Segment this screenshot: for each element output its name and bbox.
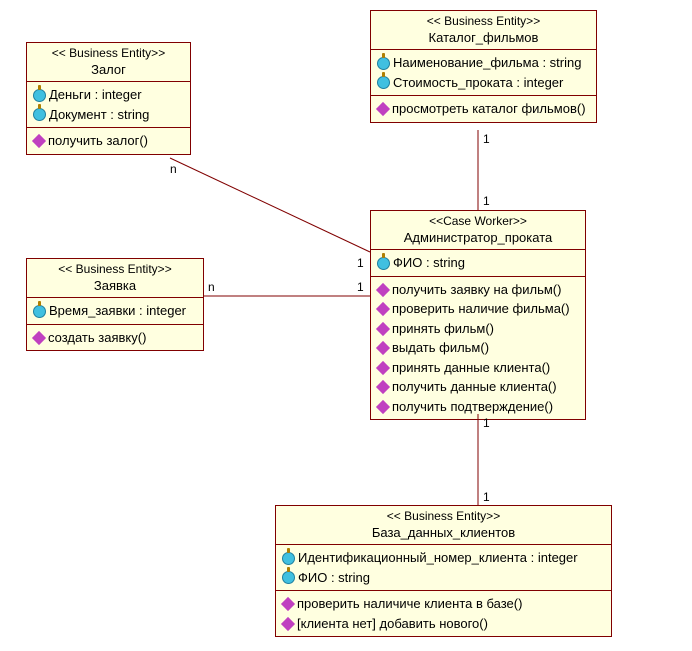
operation-row: принять фильм(): [377, 319, 579, 339]
class-header: << Business Entity>> База_данных_клиенто…: [276, 506, 611, 545]
operations-section: получить заявку на фильм() проверить нал…: [371, 277, 585, 420]
class-name: Администратор_проката: [377, 230, 579, 247]
operations-section: создать заявку(): [27, 325, 203, 351]
operation-row: получить данные клиента(): [377, 377, 579, 397]
attributes-section: Время_заявки : integer: [27, 298, 203, 325]
stereotype-label: << Business Entity>>: [282, 509, 605, 525]
assoc-zalog-admin: [170, 158, 370, 252]
attribute-icon: [33, 108, 46, 121]
operations-section: проверить наличиче клиента в базе() [кли…: [276, 591, 611, 636]
attributes-section: Идентификационный_номер_клиента : intege…: [276, 545, 611, 591]
attribute-row: Идентификационный_номер_клиента : intege…: [282, 548, 605, 568]
attribute-row: Стоимость_проката : integer: [377, 73, 590, 93]
operation-icon: [376, 302, 390, 316]
operations-section: получить залог(): [27, 128, 190, 154]
operation-row: выдать фильм(): [377, 338, 579, 358]
operation-row: [клиента нет] добавить нового(): [282, 614, 605, 634]
class-name: Залог: [33, 62, 184, 79]
operation-icon: [376, 380, 390, 394]
operation-icon: [376, 283, 390, 297]
multiplicity: n: [208, 280, 215, 294]
attribute-icon: [282, 552, 295, 565]
stereotype-label: << Business Entity>>: [33, 46, 184, 62]
operation-icon: [376, 400, 390, 414]
attribute-row: Деньги : integer: [33, 85, 184, 105]
operation-icon: [376, 102, 390, 116]
stereotype-label: << Business Entity>>: [33, 262, 197, 278]
attribute-row: Документ : string: [33, 105, 184, 125]
class-name: База_данных_клиентов: [282, 525, 605, 542]
multiplicity: 1: [483, 416, 490, 430]
attribute-icon: [282, 571, 295, 584]
operation-icon: [376, 361, 390, 375]
class-zayavka[interactable]: << Business Entity>> Заявка Время_заявки…: [26, 258, 204, 351]
attribute-icon: [377, 76, 390, 89]
operation-row: принять данные клиента(): [377, 358, 579, 378]
attributes-section: ФИО : string: [371, 250, 585, 277]
class-name: Каталог_фильмов: [377, 30, 590, 47]
class-header: <<Case Worker>> Администратор_проката: [371, 211, 585, 250]
attribute-icon: [33, 305, 46, 318]
operation-row: получить заявку на фильм(): [377, 280, 579, 300]
multiplicity: 1: [357, 256, 364, 270]
class-admin[interactable]: <<Case Worker>> Администратор_проката ФИ…: [370, 210, 586, 420]
class-header: << Business Entity>> Залог: [27, 43, 190, 82]
attribute-row: ФИО : string: [377, 253, 579, 273]
operation-row: проверить наличиче клиента в базе(): [282, 594, 605, 614]
operation-icon: [376, 322, 390, 336]
class-catalog[interactable]: << Business Entity>> Каталог_фильмов Наи…: [370, 10, 597, 123]
operation-icon: [281, 597, 295, 611]
operation-row: получить подтверждение(): [377, 397, 579, 417]
class-name: Заявка: [33, 278, 197, 295]
multiplicity: 1: [483, 194, 490, 208]
operations-section: просмотреть каталог фильмов(): [371, 96, 596, 122]
multiplicity: n: [170, 162, 177, 176]
class-header: << Business Entity>> Заявка: [27, 259, 203, 298]
class-header: << Business Entity>> Каталог_фильмов: [371, 11, 596, 50]
multiplicity: 1: [357, 280, 364, 294]
attribute-row: Время_заявки : integer: [33, 301, 197, 321]
operation-icon: [376, 341, 390, 355]
operation-row: создать заявку(): [33, 328, 197, 348]
class-zalog[interactable]: << Business Entity>> Залог Деньги : inte…: [26, 42, 191, 155]
operation-icon: [32, 134, 46, 148]
attributes-section: Деньги : integer Документ : string: [27, 82, 190, 128]
attribute-icon: [33, 89, 46, 102]
multiplicity: 1: [483, 490, 490, 504]
attribute-icon: [377, 257, 390, 270]
attribute-row: Наименование_фильма : string: [377, 53, 590, 73]
attributes-section: Наименование_фильма : string Стоимость_п…: [371, 50, 596, 96]
stereotype-label: <<Case Worker>>: [377, 214, 579, 230]
operation-icon: [32, 331, 46, 345]
attribute-icon: [377, 57, 390, 70]
operation-icon: [281, 617, 295, 631]
operation-row: просмотреть каталог фильмов(): [377, 99, 590, 119]
stereotype-label: << Business Entity>>: [377, 14, 590, 30]
operation-row: проверить наличие фильма(): [377, 299, 579, 319]
operation-row: получить залог(): [33, 131, 184, 151]
attribute-row: ФИО : string: [282, 568, 605, 588]
multiplicity: 1: [483, 132, 490, 146]
class-db[interactable]: << Business Entity>> База_данных_клиенто…: [275, 505, 612, 637]
